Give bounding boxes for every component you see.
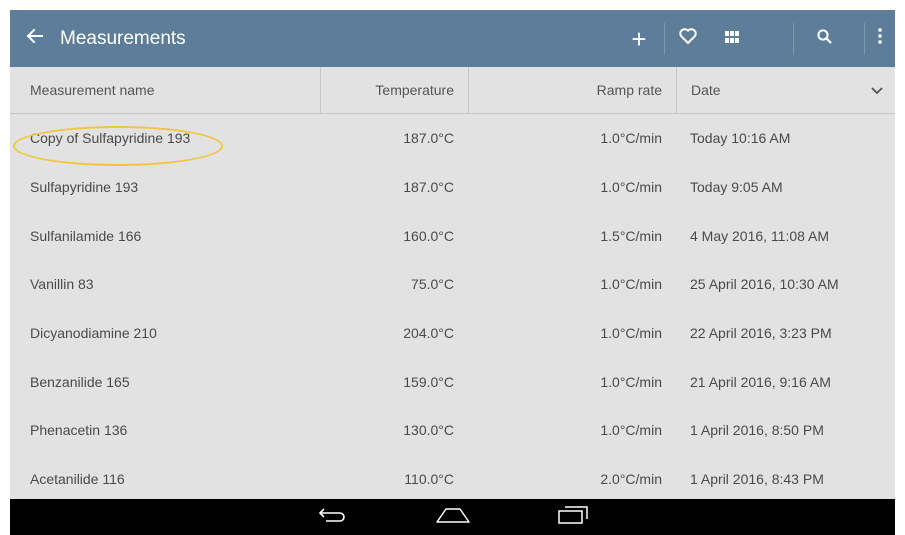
row-ramp-rate: 1.5°C/min [600, 227, 662, 244]
row-name: Acetanilide 116 [30, 471, 125, 488]
plus-icon: + [631, 23, 647, 54]
nav-recents-button[interactable] [513, 499, 633, 535]
header-ramp-rate[interactable]: Ramp rate [468, 66, 676, 114]
table-row[interactable]: Dicyanodiamine 210 204.0°C 1.0°C/min 22 … [10, 309, 895, 358]
row-ramp-rate: 1.0°C/min [600, 373, 662, 390]
header-temperature[interactable]: Temperature [320, 66, 468, 114]
table-row[interactable]: Vanillin 83 75.0°C 1.0°C/min 25 April 20… [10, 260, 895, 309]
grid-view-button[interactable] [711, 10, 753, 67]
row-date: 25 April 2016, 10:30 AM [690, 276, 839, 293]
app-toolbar: Measurements + [10, 10, 895, 67]
row-date: 4 May 2016, 11:08 AM [690, 227, 830, 244]
measurement-list: Copy of Sulfapyridine 193 187.0°C 1.0°C/… [10, 114, 895, 504]
row-temperature: 187.0°C [403, 130, 454, 147]
row-ramp-rate: 1.0°C/min [600, 130, 662, 147]
chevron-down-icon [871, 82, 883, 98]
header-measurement-name[interactable]: Measurement name [10, 67, 320, 114]
nav-back-button[interactable] [273, 499, 393, 535]
table-row[interactable]: Copy of Sulfapyridine 193 187.0°C 1.0°C/… [10, 114, 895, 163]
row-ramp-rate: 2.0°C/min [600, 471, 662, 488]
search-icon [816, 28, 832, 49]
row-ramp-rate: 1.0°C/min [600, 325, 662, 342]
more-vert-icon [878, 28, 882, 49]
system-nav-bar [10, 499, 895, 535]
row-name: Phenacetin 136 [30, 422, 128, 439]
row-name: Benzanilide 165 [30, 373, 130, 390]
nav-home-icon [435, 507, 470, 528]
row-ramp-rate: 1.0°C/min [600, 422, 662, 439]
row-date: 22 April 2016, 3:23 PM [690, 325, 832, 342]
row-name: Vanillin 83 [30, 276, 94, 293]
row-date: Today 10:16 AM [690, 130, 791, 147]
row-name: Sulfapyridine 193 [30, 179, 139, 196]
row-name: Copy of Sulfapyridine 193 [30, 130, 191, 147]
row-temperature: 75.0°C [411, 276, 454, 293]
back-button[interactable] [10, 10, 60, 67]
table-row[interactable]: Acetanilide 116 110.0°C 2.0°C/min 1 Apri… [10, 455, 895, 504]
row-date: 1 April 2016, 8:43 PM [690, 471, 824, 488]
header-date-label: Date [691, 82, 721, 98]
row-name: Sulfanilamide 166 [30, 227, 142, 244]
grid-icon [725, 30, 739, 48]
row-temperature: 130.0°C [403, 422, 454, 439]
table-row[interactable]: Sulfapyridine 193 187.0°C 1.0°C/min Toda… [10, 163, 895, 212]
nav-home-button[interactable] [393, 499, 513, 535]
row-ramp-rate: 1.0°C/min [600, 276, 662, 293]
arrow-left-icon [26, 28, 43, 48]
search-button[interactable] [794, 10, 854, 67]
row-ramp-rate: 1.0°C/min [600, 179, 662, 196]
row-name: Dicyanodiamine 210 [30, 325, 157, 342]
overflow-menu-button[interactable] [865, 10, 895, 67]
row-date: 21 April 2016, 9:16 AM [690, 373, 831, 390]
header-date[interactable]: Date [676, 66, 895, 114]
toolbar-actions: + [614, 10, 895, 67]
nav-back-icon [318, 507, 348, 528]
add-button[interactable]: + [614, 10, 664, 67]
table-row[interactable]: Sulfanilamide 166 160.0°C 1.5°C/min 4 Ma… [10, 211, 895, 260]
row-date: Today 9:05 AM [690, 179, 783, 196]
row-temperature: 160.0°C [403, 227, 454, 244]
heart-icon [679, 28, 697, 49]
row-temperature: 159.0°C [403, 373, 454, 390]
row-date: 1 April 2016, 8:50 PM [690, 422, 824, 439]
page-title: Measurements [60, 27, 186, 49]
app-screen: Measurements + Measurement name Temperat… [10, 10, 895, 535]
row-temperature: 110.0°C [404, 471, 454, 488]
table-header: Measurement name Temperature Ramp rate D… [10, 66, 895, 114]
row-temperature: 187.0°C [403, 179, 454, 196]
favorites-button[interactable] [665, 10, 711, 67]
table-row[interactable]: Phenacetin 136 130.0°C 1.0°C/min 1 April… [10, 406, 895, 455]
row-temperature: 204.0°C [403, 325, 454, 342]
nav-recents-icon [557, 505, 588, 529]
table-row[interactable]: Benzanilide 165 159.0°C 1.0°C/min 21 Apr… [10, 357, 895, 406]
